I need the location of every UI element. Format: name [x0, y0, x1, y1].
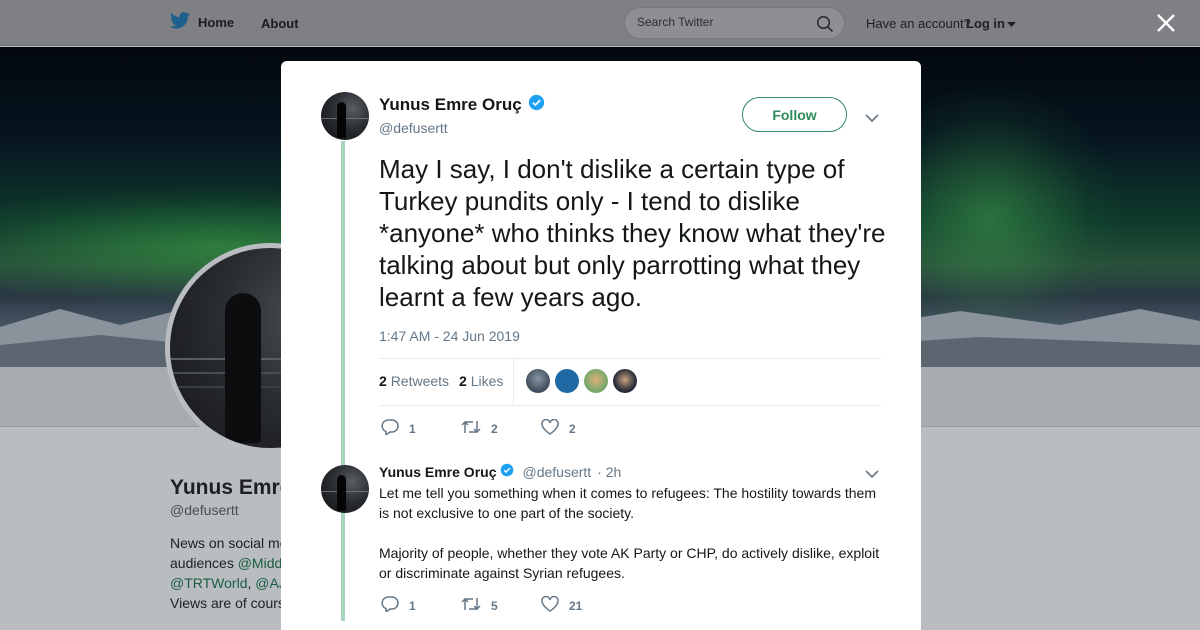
reply-header: Yunus Emre Oruç @defusertt · 2h	[379, 463, 621, 480]
login-dropdown[interactable]: Log in	[966, 16, 1016, 31]
likes-stat[interactable]: 2 Likes	[459, 373, 503, 389]
divider	[379, 358, 881, 359]
profile-bio-line: News on social me	[170, 535, 288, 551]
chevron-down-icon[interactable]	[865, 466, 879, 484]
reply-icon	[381, 419, 399, 438]
liker-avatar[interactable]	[613, 369, 637, 393]
likers-avatars	[526, 369, 637, 393]
reply-time[interactable]: · 2h	[597, 464, 621, 480]
close-icon[interactable]	[1155, 12, 1177, 34]
follow-button[interactable]: Follow	[742, 97, 847, 132]
chevron-down-icon[interactable]	[865, 110, 879, 128]
like-count: 21	[569, 598, 583, 613]
liker-avatar[interactable]	[584, 369, 608, 393]
login-label: Log in	[966, 16, 1005, 31]
tweet-timestamp[interactable]: 1:47 AM - 24 Jun 2019	[379, 328, 520, 344]
like-count: 2	[569, 421, 576, 436]
reply-paragraph: Let me tell you something when it comes …	[379, 485, 876, 521]
profile-bio-line: audiences @Midd	[170, 553, 290, 573]
retweet-icon	[461, 596, 481, 615]
retweets-label: Retweets	[390, 373, 450, 389]
heart-icon	[541, 595, 559, 615]
author-name-row[interactable]: Yunus Emre Oruç	[379, 94, 545, 116]
author-name: Yunus Emre Oruç	[379, 95, 522, 114]
nav-home-label: Home	[198, 14, 235, 30]
verified-badge-icon	[500, 463, 514, 480]
profile-handle: @defusertt	[170, 502, 239, 518]
twitter-bird-icon	[170, 12, 190, 32]
retweets-count: 2	[379, 373, 387, 389]
tweet-stats: 2 Retweets 2 Likes	[379, 373, 503, 389]
reply-action[interactable]: 1	[381, 419, 461, 438]
top-nav-bar: Home About Have an account? Log in	[0, 0, 1200, 46]
divider	[379, 405, 881, 406]
bio-mention-link[interactable]: @Midd	[238, 555, 283, 571]
liker-avatar[interactable]	[526, 369, 550, 393]
like-action[interactable]: 21	[541, 595, 621, 615]
reply-author-name[interactable]: Yunus Emre Oruç	[379, 464, 496, 480]
retweet-action[interactable]: 5	[461, 596, 541, 615]
bio-text: audiences	[170, 555, 238, 571]
nav-about-link[interactable]: About	[261, 16, 299, 31]
heart-icon	[541, 418, 559, 438]
nav-home-link[interactable]: Home	[170, 12, 234, 32]
profile-name: Yunus Emre	[170, 476, 292, 499]
retweet-icon	[461, 419, 481, 438]
reply-paragraph: Majority of people, whether they vote AK…	[379, 545, 880, 581]
retweet-count: 2	[491, 421, 498, 436]
profile-bio-line: Views are of cours	[170, 595, 285, 611]
search-input[interactable]	[637, 15, 807, 29]
retweets-stat[interactable]: 2 Retweets	[379, 373, 449, 389]
have-account-text: Have an account?	[866, 16, 971, 31]
profile-bio: News on social me audiences @Midd @TRTWo…	[170, 533, 290, 613]
thread-connector-line	[341, 141, 345, 621]
likes-count: 2	[459, 373, 467, 389]
caret-down-icon	[1007, 16, 1016, 31]
retweet-action[interactable]: 2	[461, 419, 541, 438]
like-action[interactable]: 2	[541, 418, 621, 438]
reply-action[interactable]: 1	[381, 596, 461, 615]
tweet-actions: 1 2 2	[381, 418, 621, 438]
likes-label: Likes	[470, 373, 504, 389]
bio-mention-link[interactable]: @TRTWorld	[170, 575, 247, 591]
reply-author-avatar[interactable]	[321, 465, 369, 513]
retweet-count: 5	[491, 598, 498, 613]
reply-count: 1	[409, 421, 416, 436]
profile-bio-line: @TRTWorld, @AJ	[170, 573, 290, 593]
reply-count: 1	[409, 598, 416, 613]
liker-avatar[interactable]	[555, 369, 579, 393]
verified-badge-icon	[528, 94, 545, 116]
reply-actions: 1 5 21	[381, 595, 621, 615]
author-handle[interactable]: @defusertt	[379, 120, 448, 136]
reply-icon	[381, 596, 399, 615]
reply-author-handle[interactable]: @defusertt	[522, 464, 591, 480]
search-icon[interactable]	[816, 15, 834, 38]
reply-text: Let me tell you something when it comes …	[379, 483, 884, 583]
divider	[513, 359, 514, 405]
tweet-text: May I say, I don't dislike a certain typ…	[379, 154, 886, 312]
author-avatar[interactable]	[321, 92, 369, 140]
tweet-modal: Yunus Emre Oruç @defusertt Follow May I …	[281, 61, 921, 630]
search-box	[624, 7, 845, 39]
